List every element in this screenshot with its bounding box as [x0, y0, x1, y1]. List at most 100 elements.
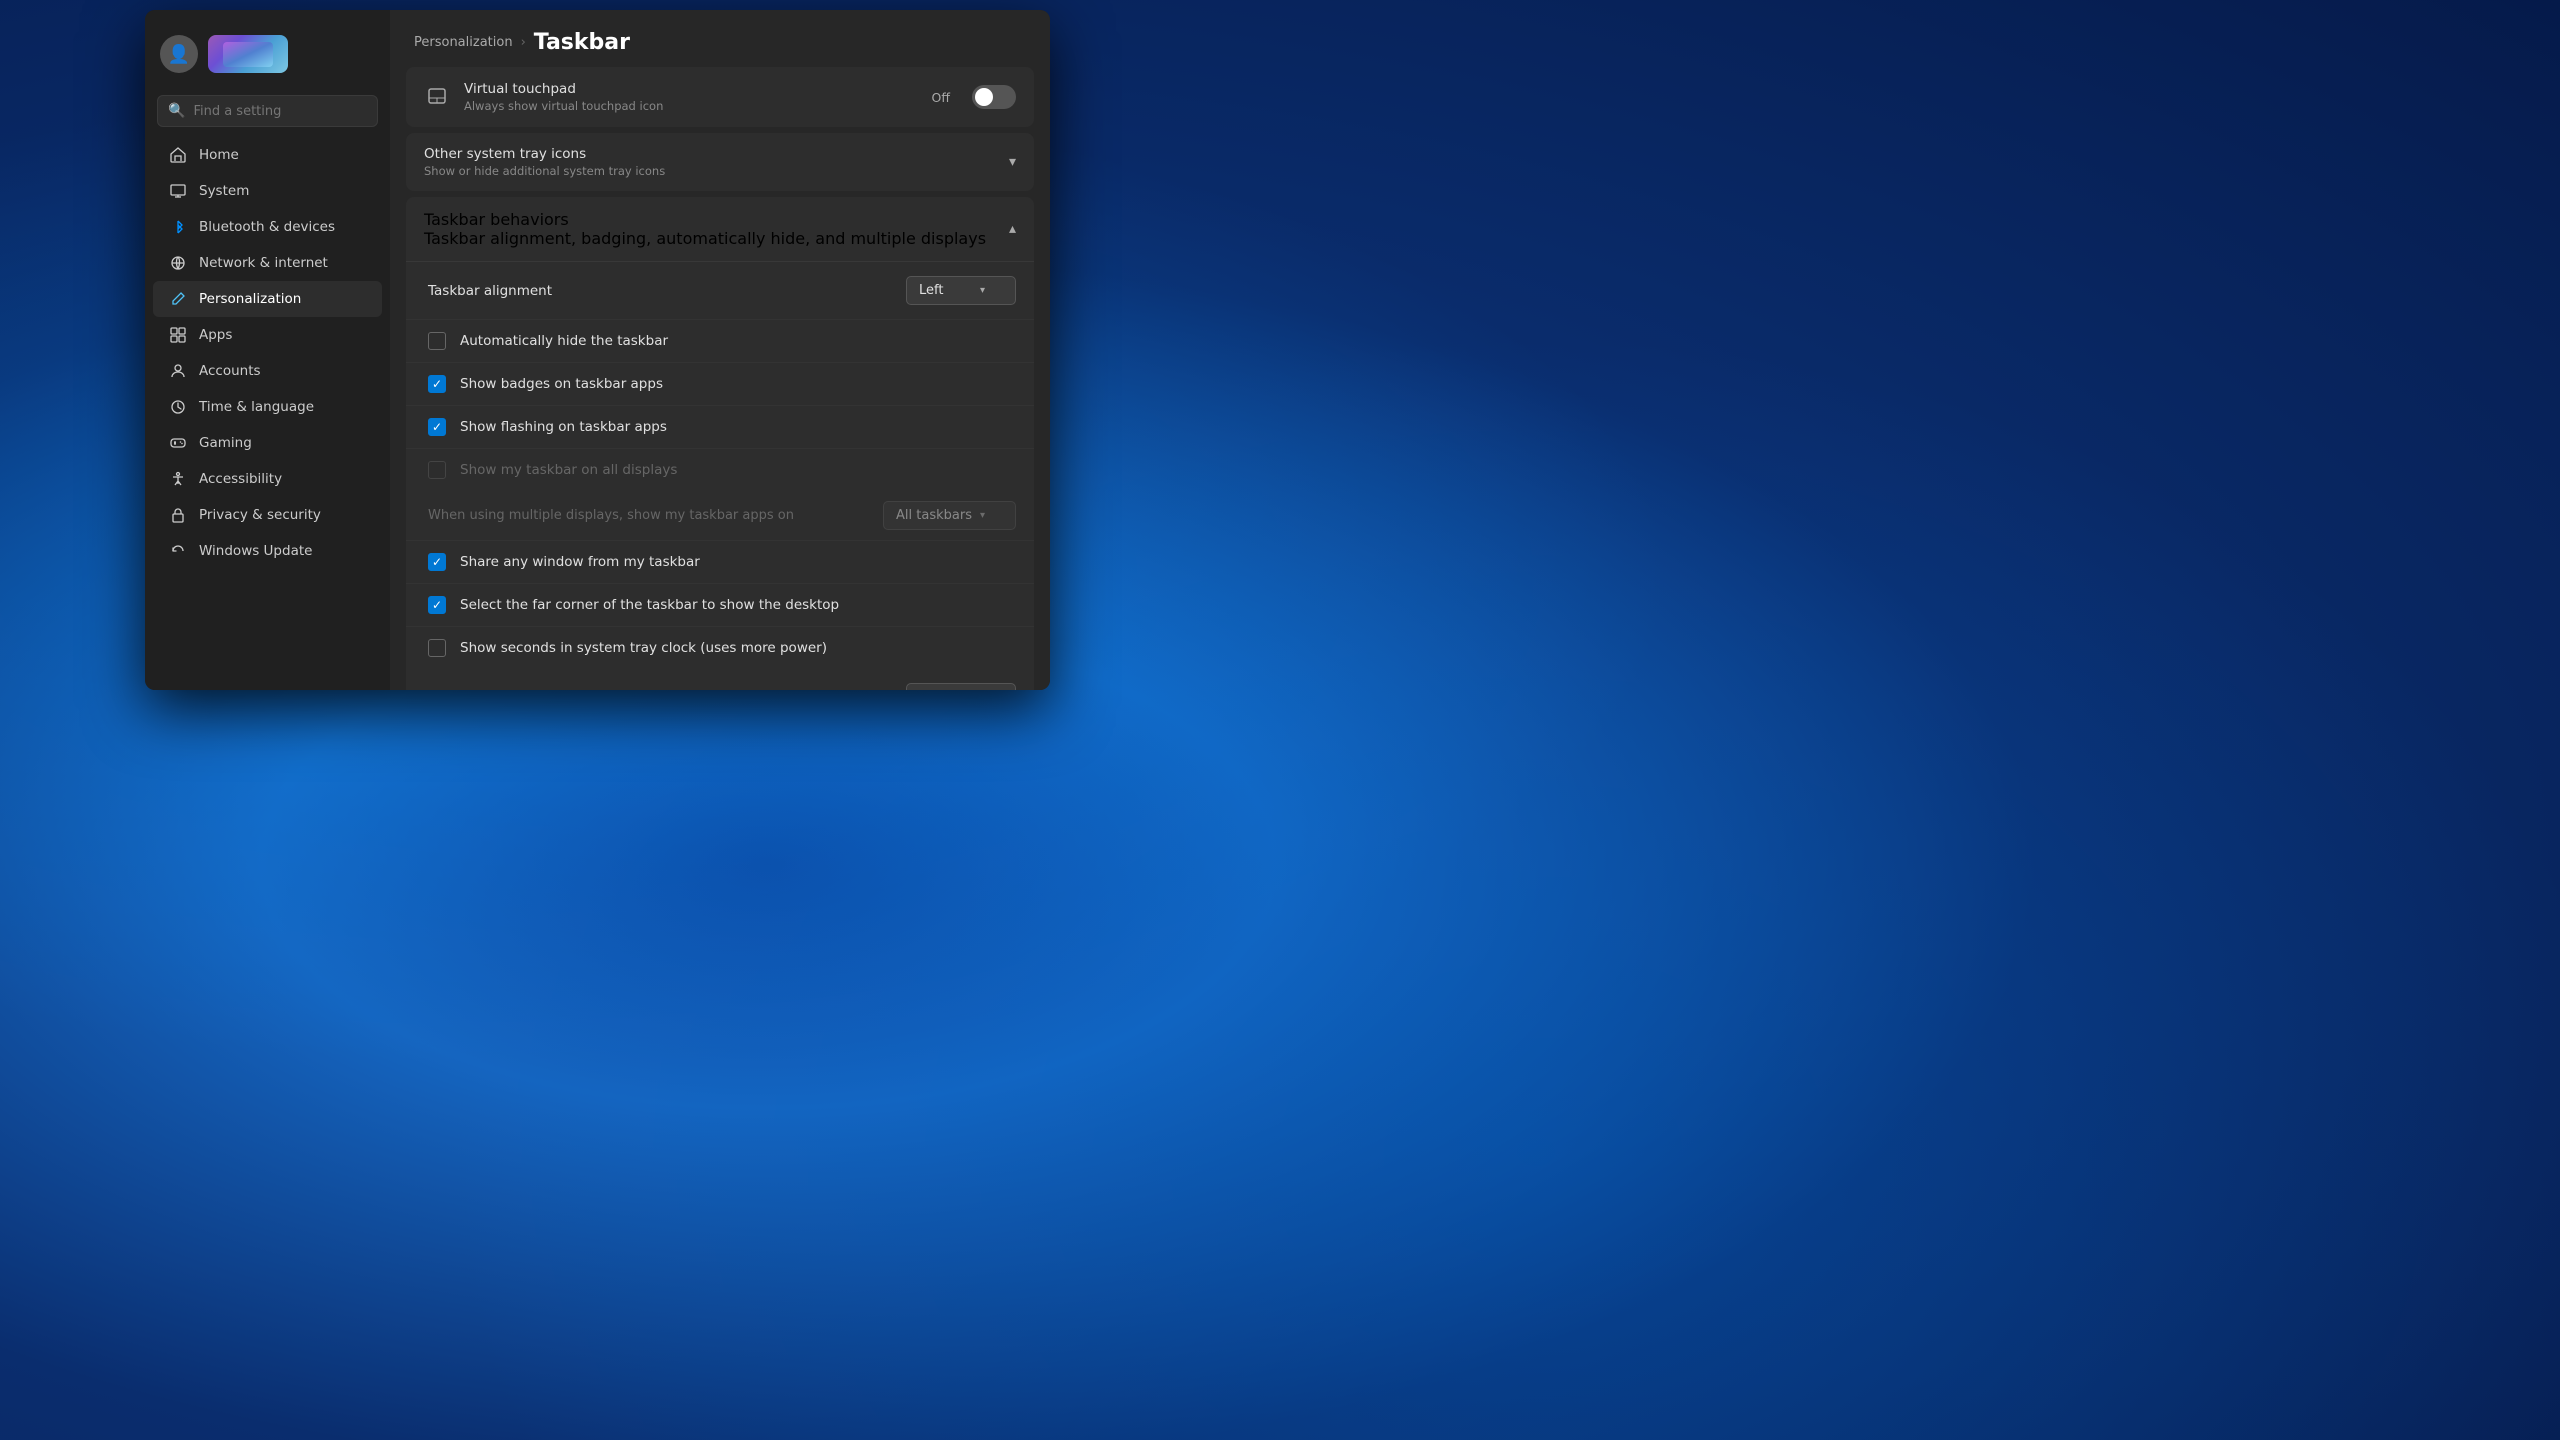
- behavior-checkboxes: Automatically hide the taskbar ✓ Show badg…: [406, 320, 1034, 491]
- combine-row: Combine taskbar buttons and hide labels …: [406, 669, 1034, 690]
- behaviors-header-text: Taskbar behaviors Taskbar alignment, bad…: [424, 210, 986, 248]
- other-tray-header[interactable]: Other system tray icons Show or hide add…: [406, 133, 1034, 191]
- home-nav-icon: [169, 146, 187, 164]
- sidebar-item-label-personalization: Personalization: [199, 291, 301, 307]
- alignment-dropdown[interactable]: Left ▾: [906, 276, 1016, 305]
- checkbox-text-autohide: Automatically hide the taskbar: [460, 333, 1016, 349]
- multi-display-label: When using multiple displays, show my ta…: [428, 508, 794, 523]
- sidebar-item-personalization[interactable]: Personalization: [153, 281, 382, 317]
- checkbox-far_corner[interactable]: ✓: [428, 596, 446, 614]
- sidebar-item-gaming[interactable]: Gaming: [153, 425, 382, 461]
- avatar: 👤: [160, 35, 198, 73]
- sidebar-item-label-network: Network & internet: [199, 255, 328, 271]
- touchpad-icon: [424, 84, 450, 110]
- sidebar-item-system[interactable]: System: [153, 173, 382, 209]
- behaviors-body: Taskbar alignment Left ▾ Automatically h…: [406, 262, 1034, 690]
- checkbox-autohide[interactable]: [428, 332, 446, 350]
- checkbox-label-badges: Show badges on taskbar apps: [460, 376, 1016, 392]
- sidebar-item-label-accounts: Accounts: [199, 363, 261, 379]
- sidebar-item-time[interactable]: Time & language: [153, 389, 382, 425]
- other-tray-title: Other system tray icons: [424, 146, 665, 162]
- behaviors-subtitle: Taskbar alignment, badging, automaticall…: [424, 229, 986, 248]
- behaviors-header[interactable]: Taskbar behaviors Taskbar alignment, bad…: [406, 197, 1034, 262]
- apps-nav-icon: [169, 326, 187, 344]
- virtual-touchpad-toggle[interactable]: [972, 85, 1016, 109]
- nav-list: Home System Bluetooth & devices Network & i…: [145, 137, 390, 569]
- search-input[interactable]: [193, 104, 367, 119]
- checkmark-icon: ✓: [432, 599, 442, 611]
- virtual-touchpad-title: Virtual touchpad: [464, 81, 918, 97]
- breadcrumb-current: Taskbar: [534, 30, 630, 55]
- combine-label: Combine taskbar buttons and hide labels: [428, 690, 706, 691]
- checkbox-text-seconds: Show seconds in system tray clock (uses …: [460, 640, 1016, 656]
- checkbox-share_window[interactable]: ✓: [428, 553, 446, 571]
- sidebar-item-accounts[interactable]: Accounts: [153, 353, 382, 389]
- sidebar-item-label-system: System: [199, 183, 249, 199]
- checkmark-icon: ✓: [432, 378, 442, 390]
- sidebar-item-privacy[interactable]: Privacy & security: [153, 497, 382, 533]
- dropdown-arrow-icon: ▾: [980, 285, 985, 296]
- other-tray-chevron: ▾: [1009, 154, 1016, 170]
- combine-dropdown[interactable]: Always ▾: [906, 683, 1016, 690]
- checkmark-icon: ✓: [432, 421, 442, 433]
- checkbox-text-all_displays: Show my taskbar on all displays: [460, 462, 1016, 478]
- checkbox-text-share_window: Share any window from my taskbar: [460, 554, 1016, 570]
- settings-window: 👤 🔍 HomeSystemBl: [145, 10, 1050, 690]
- sidebar-item-apps[interactable]: Apps: [153, 317, 382, 353]
- sidebar-item-label-privacy: Privacy & security: [199, 507, 321, 523]
- behaviors-title: Taskbar behaviors: [424, 210, 986, 229]
- virtual-touchpad-card: Virtual touchpad Always show virtual tou…: [406, 67, 1034, 127]
- windows-logo: [208, 35, 288, 73]
- system-nav-icon: [169, 182, 187, 200]
- search-icon: 🔍: [168, 103, 185, 119]
- checkbox-row-share_window: ✓ Share any window from my taskbar: [406, 541, 1034, 584]
- sidebar-item-bluetooth[interactable]: Bluetooth & devices: [153, 209, 382, 245]
- avatar-icon: 👤: [168, 44, 190, 65]
- behaviors-chevron: ▴: [1009, 221, 1016, 237]
- checkbox-row-autohide: Automatically hide the taskbar: [406, 320, 1034, 363]
- checkbox-row-far_corner: ✓ Select the far corner of the taskbar to…: [406, 584, 1034, 627]
- virtual-touchpad-row: Virtual touchpad Always show virtual tou…: [406, 67, 1034, 127]
- checkbox-label-far_corner: Select the far corner of the taskbar to …: [460, 597, 1016, 613]
- checkbox-label-flashing: Show flashing on taskbar apps: [460, 419, 1016, 435]
- checkbox-flashing[interactable]: ✓: [428, 418, 446, 436]
- sidebar-item-label-home: Home: [199, 147, 239, 163]
- search-box[interactable]: 🔍: [157, 95, 378, 127]
- user-profile[interactable]: 👤: [145, 25, 390, 93]
- checkbox-seconds[interactable]: [428, 639, 446, 657]
- alignment-row: Taskbar alignment Left ▾: [406, 262, 1034, 320]
- sidebar: 👤 🔍 HomeSystemBl: [145, 10, 390, 690]
- update-nav-icon: [169, 542, 187, 560]
- checkbox-row-all_displays: Show my taskbar on all displays: [406, 449, 1034, 491]
- more-checkboxes: ✓ Share any window from my taskbar ✓ Select…: [406, 541, 1034, 669]
- sidebar-item-accessibility[interactable]: Accessibility: [153, 461, 382, 497]
- checkbox-label-all_displays: Show my taskbar on all displays: [460, 462, 1016, 478]
- accessibility-nav-icon: [169, 470, 187, 488]
- main-content: Personalization › Taskbar Virtual tou: [390, 10, 1050, 690]
- checkbox-row-badges: ✓ Show badges on taskbar apps: [406, 363, 1034, 406]
- sidebar-item-network[interactable]: Network & internet: [153, 245, 382, 281]
- multi-display-arrow-icon: ▾: [980, 510, 985, 521]
- checkbox-text-flashing: Show flashing on taskbar apps: [460, 419, 1016, 435]
- toggle-off-label: Off: [932, 90, 950, 105]
- checkbox-row-flashing: ✓ Show flashing on taskbar apps: [406, 406, 1034, 449]
- gaming-nav-icon: [169, 434, 187, 452]
- toggle-knob: [975, 88, 993, 106]
- checkbox-text-far_corner: Select the far corner of the taskbar to …: [460, 597, 1016, 613]
- checkbox-badges[interactable]: ✓: [428, 375, 446, 393]
- sidebar-item-label-accessibility: Accessibility: [199, 471, 282, 487]
- content-area: Virtual touchpad Always show virtual tou…: [390, 67, 1050, 690]
- sidebar-item-home[interactable]: Home: [153, 137, 382, 173]
- time-nav-icon: [169, 398, 187, 416]
- alignment-label: Taskbar alignment: [428, 283, 552, 299]
- multi-display-row: When using multiple displays, show my ta…: [406, 491, 1034, 541]
- multi-display-dropdown: All taskbars ▾: [883, 501, 1016, 530]
- sidebar-item-label-update: Windows Update: [199, 543, 312, 559]
- breadcrumb-parent[interactable]: Personalization: [414, 35, 513, 50]
- checkbox-text-badges: Show badges on taskbar apps: [460, 376, 1016, 392]
- accounts-nav-icon: [169, 362, 187, 380]
- checkbox-label-seconds: Show seconds in system tray clock (uses …: [460, 640, 1016, 656]
- behaviors-card: Taskbar behaviors Taskbar alignment, bad…: [406, 197, 1034, 690]
- checkmark-icon: ✓: [432, 556, 442, 568]
- sidebar-item-update[interactable]: Windows Update: [153, 533, 382, 569]
